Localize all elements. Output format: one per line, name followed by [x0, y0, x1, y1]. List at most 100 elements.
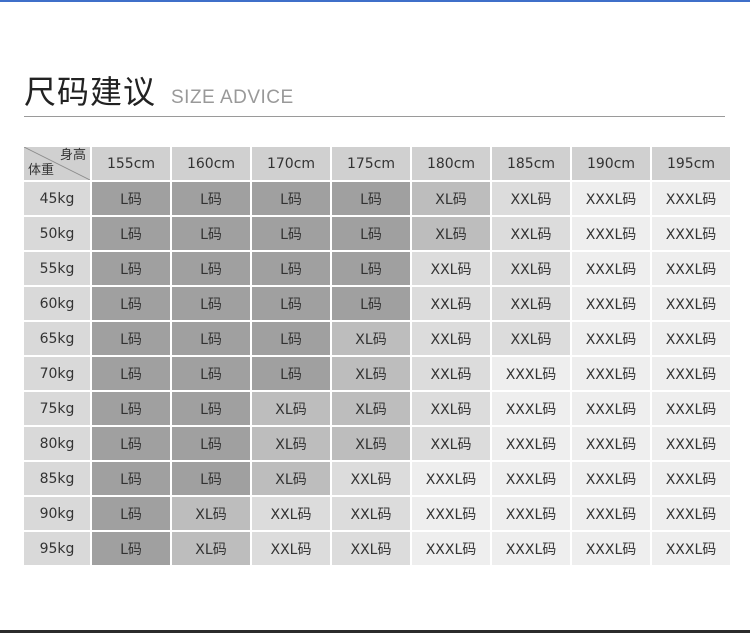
- size-cell: XL码: [170, 495, 252, 532]
- size-cell: XL码: [250, 460, 332, 497]
- corner-height-label: 身高: [59, 148, 86, 163]
- size-cell: XXL码: [490, 250, 572, 287]
- size-cell: XXL码: [250, 530, 332, 567]
- size-cell: L码: [250, 215, 332, 252]
- header-divider: [24, 116, 725, 117]
- table-row: 45kg L码 L码 L码 L码 XL码 XXL码 XXXL码 XXXL码: [22, 180, 732, 217]
- size-cell: L码: [250, 355, 332, 392]
- size-cell: XL码: [250, 425, 332, 462]
- weight-header: 75kg: [22, 390, 92, 427]
- size-cell: L码: [170, 460, 252, 497]
- height-header: 195cm: [650, 145, 732, 182]
- size-cell: L码: [170, 390, 252, 427]
- size-cell: XXL码: [410, 320, 492, 357]
- size-cell: XXL码: [250, 495, 332, 532]
- size-cell: XXL码: [330, 495, 412, 532]
- table-header-row: 身高 体重 155cm 160cm 170cm 175cm 180cm 185c…: [22, 145, 732, 182]
- size-cell: XXL码: [490, 215, 572, 252]
- size-cell: XXXL码: [570, 390, 652, 427]
- size-cell: XXL码: [490, 285, 572, 322]
- size-cell: XXXL码: [570, 250, 652, 287]
- size-cell: XL码: [410, 180, 492, 217]
- table-row: 60kg L码 L码 L码 L码 XXL码 XXL码 XXXL码 XXXL码: [22, 285, 732, 322]
- size-cell: XXL码: [410, 250, 492, 287]
- top-accent-line: [0, 0, 750, 2]
- size-cell: XXXL码: [650, 530, 732, 567]
- page-subtitle: SIZE ADVICE: [171, 87, 294, 108]
- weight-header: 70kg: [22, 355, 92, 392]
- size-cell: XXXL码: [570, 495, 652, 532]
- size-cell: XL码: [330, 355, 412, 392]
- size-cell: XL码: [330, 390, 412, 427]
- size-cell: XXXL码: [650, 355, 732, 392]
- size-cell: XL码: [330, 320, 412, 357]
- size-cell: XXXL码: [490, 460, 572, 497]
- size-cell: XXL码: [410, 390, 492, 427]
- weight-header: 95kg: [22, 530, 92, 567]
- height-header: 185cm: [490, 145, 572, 182]
- table-row: 50kg L码 L码 L码 L码 XL码 XXL码 XXXL码 XXXL码: [22, 215, 732, 252]
- size-cell: XL码: [170, 530, 252, 567]
- weight-header: 45kg: [22, 180, 92, 217]
- size-cell: XXL码: [490, 320, 572, 357]
- size-cell: XXXL码: [490, 425, 572, 462]
- size-cell: XXXL码: [410, 495, 492, 532]
- weight-header: 65kg: [22, 320, 92, 357]
- size-cell: L码: [170, 215, 252, 252]
- size-cell: XL码: [330, 425, 412, 462]
- size-cell: XXXL码: [650, 180, 732, 217]
- table-row: 85kg L码 L码 XL码 XXL码 XXXL码 XXXL码 XXXL码 XXXL码: [22, 460, 732, 497]
- size-cell: XXXL码: [650, 250, 732, 287]
- size-cell: L码: [330, 285, 412, 322]
- height-header: 160cm: [170, 145, 252, 182]
- weight-header: 55kg: [22, 250, 92, 287]
- height-header: 155cm: [90, 145, 172, 182]
- height-header: 190cm: [570, 145, 652, 182]
- size-cell: L码: [170, 180, 252, 217]
- size-cell: XXXL码: [490, 390, 572, 427]
- size-cell: L码: [90, 390, 172, 427]
- size-cell: XXXL码: [570, 180, 652, 217]
- size-cell: XXXL码: [650, 425, 732, 462]
- size-cell: L码: [90, 495, 172, 532]
- size-cell: L码: [170, 355, 252, 392]
- size-cell: L码: [90, 425, 172, 462]
- size-cell: XXXL码: [490, 495, 572, 532]
- size-cell: L码: [90, 180, 172, 217]
- size-cell: XXL码: [410, 355, 492, 392]
- size-cell: L码: [250, 320, 332, 357]
- table-body: 45kg L码 L码 L码 L码 XL码 XXL码 XXXL码 XXXL码 50kg L码 L码 L码 L…: [22, 180, 732, 567]
- size-cell: L码: [90, 215, 172, 252]
- size-cell: XXXL码: [570, 320, 652, 357]
- table-row: 55kg L码 L码 L码 L码 XXL码 XXL码 XXXL码 XXXL码: [22, 250, 732, 287]
- table-row: 75kg L码 L码 XL码 XL码 XXL码 XXXL码 XXXL码 XXXL码: [22, 390, 732, 427]
- size-cell: XXXL码: [490, 355, 572, 392]
- size-cell: XXXL码: [410, 530, 492, 567]
- corner-cell: 身高 体重: [22, 145, 92, 182]
- size-cell: XL码: [250, 390, 332, 427]
- size-cell: XXXL码: [570, 530, 652, 567]
- size-cell: XL码: [410, 215, 492, 252]
- size-cell: L码: [250, 285, 332, 322]
- weight-header: 80kg: [22, 425, 92, 462]
- size-cell: XXXL码: [570, 425, 652, 462]
- size-cell: XXXL码: [570, 355, 652, 392]
- size-cell: L码: [90, 355, 172, 392]
- table-row: 65kg L码 L码 L码 XL码 XXL码 XXL码 XXXL码 XXXL码: [22, 320, 732, 357]
- size-cell: L码: [170, 320, 252, 357]
- size-cell: XXXL码: [650, 390, 732, 427]
- size-cell: L码: [90, 530, 172, 567]
- height-header: 170cm: [250, 145, 332, 182]
- section-header: 尺码建议 SIZE ADVICE: [24, 72, 725, 118]
- size-cell: XXXL码: [650, 460, 732, 497]
- size-cell: L码: [90, 285, 172, 322]
- table-row: 70kg L码 L码 L码 XL码 XXL码 XXXL码 XXXL码 XXXL码: [22, 355, 732, 392]
- size-cell: XXXL码: [490, 530, 572, 567]
- size-cell: L码: [170, 285, 252, 322]
- size-cell: XXL码: [410, 285, 492, 322]
- size-cell: L码: [330, 215, 412, 252]
- size-cell: XXXL码: [650, 285, 732, 322]
- weight-header: 85kg: [22, 460, 92, 497]
- size-cell: XXXL码: [570, 460, 652, 497]
- size-chart-table: 身高 体重 155cm 160cm 170cm 175cm 180cm 185c…: [22, 145, 732, 567]
